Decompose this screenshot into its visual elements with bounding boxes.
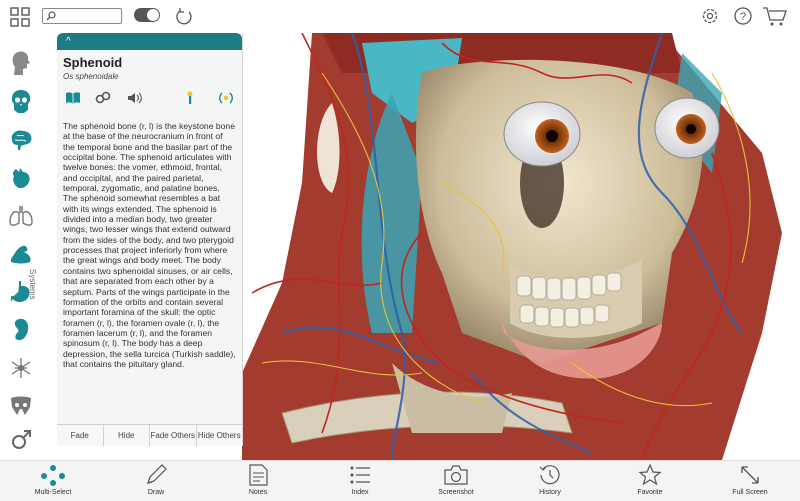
index-label: Index — [351, 489, 369, 496]
camera-icon — [443, 461, 469, 489]
heart-icon[interactable] — [4, 161, 38, 195]
history-icon — [538, 461, 562, 489]
book-icon[interactable] — [65, 91, 81, 110]
fade-button[interactable]: Fade — [57, 425, 104, 446]
list-icon — [348, 461, 372, 489]
multi-select-label: Multi-Select — [34, 489, 72, 496]
pelvis-icon[interactable] — [4, 389, 38, 423]
structure-description: The sphenoid bone (r, l) is the keystone… — [63, 121, 236, 369]
full-screen-button[interactable]: Full Screen — [728, 461, 772, 501]
full-screen-label: Full Screen — [732, 489, 768, 496]
structure-latin-name: Os sphenoidale — [63, 72, 119, 81]
toggle-switch[interactable] — [134, 8, 160, 22]
pin-icon[interactable] — [184, 91, 196, 110]
history-label: History — [539, 489, 561, 496]
refresh-icon[interactable] — [173, 6, 195, 28]
multi-select-icon — [39, 461, 67, 489]
notes-icon — [247, 461, 269, 489]
notes-label: Notes — [248, 489, 268, 496]
screenshot-button[interactable]: Screenshot — [432, 461, 480, 501]
male-symbol-icon[interactable] — [4, 423, 38, 457]
audio-icon[interactable] — [127, 91, 143, 110]
brain-icon[interactable] — [4, 123, 38, 157]
panel-action-bar: Fade Hide Fade Others Hide Others — [57, 424, 242, 446]
favorite-label: Favorite — [637, 489, 663, 496]
help-icon[interactable]: ? — [732, 5, 754, 27]
structure-title: Sphenoid — [63, 55, 123, 70]
cart-icon[interactable] — [761, 4, 789, 28]
anatomy-3d-viewer[interactable] — [242, 33, 800, 460]
skull-icon[interactable] — [4, 85, 38, 119]
star-icon — [638, 461, 662, 489]
draw-button[interactable]: Draw — [136, 461, 176, 501]
hide-button[interactable]: Hide — [104, 425, 150, 446]
systems-sidebar: Systems — [0, 33, 42, 460]
favorite-button[interactable]: Favorite — [630, 461, 670, 501]
grid-icon[interactable] — [9, 6, 31, 28]
draw-label: Draw — [147, 489, 165, 496]
hide-others-button[interactable]: Hide Others — [197, 425, 243, 446]
panel-tools — [57, 87, 242, 115]
screenshot-label: Screenshot — [438, 489, 474, 496]
fade-others-button[interactable]: Fade Others — [150, 425, 197, 446]
bottom-toolbar: Multi-Select Draw Notes Index Screenshot… — [0, 460, 800, 501]
link-icon[interactable] — [95, 91, 111, 110]
top-toolbar: ? — [0, 0, 800, 33]
collapse-chevron-icon[interactable]: ^ — [66, 36, 71, 47]
pencil-icon — [144, 461, 168, 489]
expand-icon — [738, 461, 762, 489]
kidney-icon[interactable] — [4, 313, 38, 347]
multi-select-button[interactable]: Multi-Select — [28, 461, 78, 501]
radio-icon[interactable] — [219, 91, 233, 110]
search-input[interactable] — [42, 8, 122, 24]
muscle-icon[interactable] — [4, 237, 38, 271]
panel-header[interactable]: ^ — [57, 33, 242, 50]
notes-button[interactable]: Notes — [238, 461, 278, 501]
systems-label: Systems — [28, 269, 37, 300]
index-button[interactable]: Index — [340, 461, 380, 501]
anatomy-model-image — [242, 33, 800, 460]
head-silhouette-icon[interactable] — [4, 46, 38, 80]
nerve-icon[interactable] — [4, 351, 38, 385]
history-button[interactable]: History — [530, 461, 570, 501]
lungs-icon[interactable] — [4, 199, 38, 233]
search-icon — [46, 11, 56, 21]
structure-info-panel: ^ Sphenoid Os sphenoidale The sphenoid b… — [57, 33, 243, 446]
gear-icon[interactable] — [699, 5, 721, 27]
svg-text:?: ? — [740, 11, 746, 23]
